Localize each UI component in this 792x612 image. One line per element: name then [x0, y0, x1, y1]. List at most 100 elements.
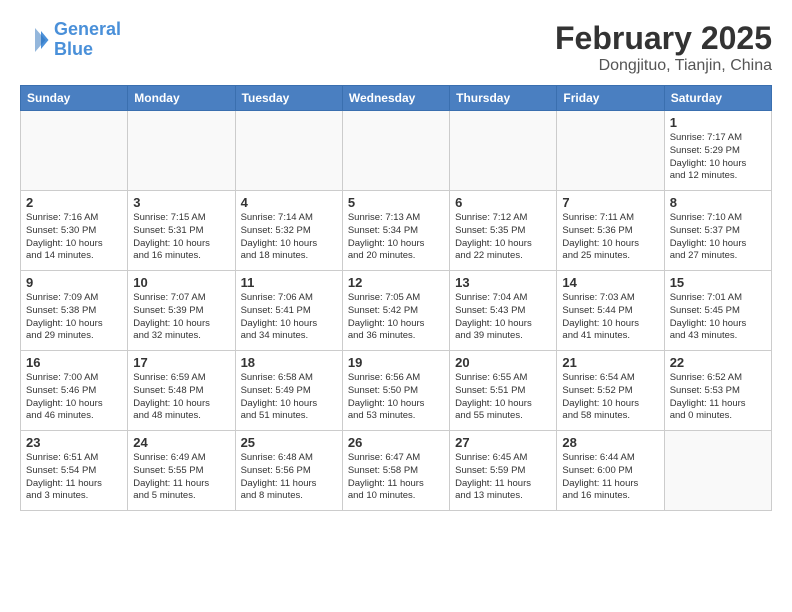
calendar-cell: 28 Sunrise: 6:44 AM Sunset: 6:00 PM Dayli… — [557, 431, 664, 511]
day-info: Sunrise: 7:12 AM Sunset: 5:35 PM Dayligh… — [455, 212, 551, 263]
day-info: Sunrise: 7:00 AM Sunset: 5:46 PM Dayligh… — [26, 372, 122, 423]
day-number: 19 — [348, 355, 444, 370]
title-block: February 2025 Dongjituo, Tianjin, China — [555, 20, 772, 75]
day-info: Sunrise: 6:45 AM Sunset: 5:59 PM Dayligh… — [455, 452, 551, 503]
day-number: 5 — [348, 195, 444, 210]
calendar-week-2: 2 Sunrise: 7:16 AM Sunset: 5:30 PM Daylig… — [21, 191, 772, 271]
col-tuesday: Tuesday — [235, 86, 342, 111]
calendar-cell: 10Sunrise: 7:07 AM Sunset: 5:39 PM Dayli… — [128, 271, 235, 351]
day-info: Sunrise: 7:03 AM Sunset: 5:44 PM Dayligh… — [562, 292, 658, 343]
day-number: 28 — [562, 435, 658, 450]
calendar-cell: 15Sunrise: 7:01 AM Sunset: 5:45 PM Dayli… — [664, 271, 771, 351]
calendar-cell: 27 Sunrise: 6:45 AM Sunset: 5:59 PM Dayli… — [450, 431, 557, 511]
calendar-cell — [128, 111, 235, 191]
day-number: 22 — [670, 355, 766, 370]
calendar-cell: 7 Sunrise: 7:11 AM Sunset: 5:36 PM Daylig… — [557, 191, 664, 271]
day-number: 9 — [26, 275, 122, 290]
calendar-cell: 18 Sunrise: 6:58 AM Sunset: 5:49 PM Dayli… — [235, 351, 342, 431]
calendar-cell: 6Sunrise: 7:12 AM Sunset: 5:35 PM Daylig… — [450, 191, 557, 271]
location: Dongjituo, Tianjin, China — [555, 57, 772, 75]
day-info: Sunrise: 7:17 AM Sunset: 5:29 PM Dayligh… — [670, 132, 766, 183]
day-info: Sunrise: 7:11 AM Sunset: 5:36 PM Dayligh… — [562, 212, 658, 263]
calendar-header-row: Sunday Monday Tuesday Wednesday Thursday… — [21, 86, 772, 111]
day-number: 7 — [562, 195, 658, 210]
day-number: 2 — [26, 195, 122, 210]
day-info: Sunrise: 7:16 AM Sunset: 5:30 PM Dayligh… — [26, 212, 122, 263]
day-info: Sunrise: 6:59 AM Sunset: 5:48 PM Dayligh… — [133, 372, 229, 423]
col-sunday: Sunday — [21, 86, 128, 111]
day-number: 23 — [26, 435, 122, 450]
day-number: 1 — [670, 115, 766, 130]
day-info: Sunrise: 7:09 AM Sunset: 5:38 PM Dayligh… — [26, 292, 122, 343]
calendar-cell: 13 Sunrise: 7:04 AM Sunset: 5:43 PM Dayli… — [450, 271, 557, 351]
calendar-cell: 23 Sunrise: 6:51 AM Sunset: 5:54 PM Dayli… — [21, 431, 128, 511]
calendar-cell: 9 Sunrise: 7:09 AM Sunset: 5:38 PM Daylig… — [21, 271, 128, 351]
day-info: Sunrise: 6:51 AM Sunset: 5:54 PM Dayligh… — [26, 452, 122, 503]
calendar-cell: 22 Sunrise: 6:52 AM Sunset: 5:53 PM Dayli… — [664, 351, 771, 431]
page-container: General Blue February 2025 Dongjituo, Ti… — [0, 0, 792, 521]
day-number: 13 — [455, 275, 551, 290]
month-year: February 2025 — [555, 20, 772, 57]
calendar-cell: 4Sunrise: 7:14 AM Sunset: 5:32 PM Daylig… — [235, 191, 342, 271]
day-info: Sunrise: 7:04 AM Sunset: 5:43 PM Dayligh… — [455, 292, 551, 343]
logo-icon — [20, 25, 50, 55]
calendar-cell: 14 Sunrise: 7:03 AM Sunset: 5:44 PM Dayli… — [557, 271, 664, 351]
calendar-week-4: 16 Sunrise: 7:00 AM Sunset: 5:46 PM Dayli… — [21, 351, 772, 431]
day-info: Sunrise: 6:44 AM Sunset: 6:00 PM Dayligh… — [562, 452, 658, 503]
col-saturday: Saturday — [664, 86, 771, 111]
day-number: 10 — [133, 275, 229, 290]
day-number: 17 — [133, 355, 229, 370]
calendar-cell: 1 Sunrise: 7:17 AM Sunset: 5:29 PM Daylig… — [664, 111, 771, 191]
day-number: 11 — [241, 275, 337, 290]
day-info: Sunrise: 6:54 AM Sunset: 5:52 PM Dayligh… — [562, 372, 658, 423]
day-number: 26 — [348, 435, 444, 450]
logo-line2: Blue — [54, 39, 93, 59]
calendar-cell — [21, 111, 128, 191]
calendar-cell: 26 Sunrise: 6:47 AM Sunset: 5:58 PM Dayli… — [342, 431, 449, 511]
day-info: Sunrise: 6:58 AM Sunset: 5:49 PM Dayligh… — [241, 372, 337, 423]
calendar-cell — [557, 111, 664, 191]
calendar-cell: 8Sunrise: 7:10 AM Sunset: 5:37 PM Daylig… — [664, 191, 771, 271]
calendar-cell — [664, 431, 771, 511]
calendar-cell: 11 Sunrise: 7:06 AM Sunset: 5:41 PM Dayli… — [235, 271, 342, 351]
calendar-cell: 20 Sunrise: 6:55 AM Sunset: 5:51 PM Dayli… — [450, 351, 557, 431]
calendar-cell: 12 Sunrise: 7:05 AM Sunset: 5:42 PM Dayli… — [342, 271, 449, 351]
day-info: Sunrise: 7:06 AM Sunset: 5:41 PM Dayligh… — [241, 292, 337, 343]
calendar-cell: 24Sunrise: 6:49 AM Sunset: 5:55 PM Dayli… — [128, 431, 235, 511]
day-number: 18 — [241, 355, 337, 370]
day-info: Sunrise: 7:10 AM Sunset: 5:37 PM Dayligh… — [670, 212, 766, 263]
logo-line1: General — [54, 19, 121, 39]
day-number: 4 — [241, 195, 337, 210]
day-number: 12 — [348, 275, 444, 290]
calendar-cell — [342, 111, 449, 191]
calendar-week-3: 9 Sunrise: 7:09 AM Sunset: 5:38 PM Daylig… — [21, 271, 772, 351]
day-info: Sunrise: 7:01 AM Sunset: 5:45 PM Dayligh… — [670, 292, 766, 343]
logo-text: General Blue — [54, 20, 121, 60]
calendar-cell: 21Sunrise: 6:54 AM Sunset: 5:52 PM Dayli… — [557, 351, 664, 431]
day-number: 24 — [133, 435, 229, 450]
day-info: Sunrise: 6:52 AM Sunset: 5:53 PM Dayligh… — [670, 372, 766, 423]
day-info: Sunrise: 6:47 AM Sunset: 5:58 PM Dayligh… — [348, 452, 444, 503]
calendar-cell — [235, 111, 342, 191]
col-monday: Monday — [128, 86, 235, 111]
calendar-cell: 25 Sunrise: 6:48 AM Sunset: 5:56 PM Dayli… — [235, 431, 342, 511]
calendar-week-5: 23 Sunrise: 6:51 AM Sunset: 5:54 PM Dayli… — [21, 431, 772, 511]
day-number: 27 — [455, 435, 551, 450]
day-number: 16 — [26, 355, 122, 370]
calendar-cell: 16 Sunrise: 7:00 AM Sunset: 5:46 PM Dayli… — [21, 351, 128, 431]
day-number: 14 — [562, 275, 658, 290]
day-number: 25 — [241, 435, 337, 450]
col-wednesday: Wednesday — [342, 86, 449, 111]
day-number: 20 — [455, 355, 551, 370]
day-info: Sunrise: 6:55 AM Sunset: 5:51 PM Dayligh… — [455, 372, 551, 423]
day-info: Sunrise: 6:48 AM Sunset: 5:56 PM Dayligh… — [241, 452, 337, 503]
day-number: 3 — [133, 195, 229, 210]
calendar-cell — [450, 111, 557, 191]
logo: General Blue — [20, 20, 121, 60]
calendar-cell: 17 Sunrise: 6:59 AM Sunset: 5:48 PM Dayli… — [128, 351, 235, 431]
day-info: Sunrise: 7:13 AM Sunset: 5:34 PM Dayligh… — [348, 212, 444, 263]
day-info: Sunrise: 7:05 AM Sunset: 5:42 PM Dayligh… — [348, 292, 444, 343]
day-info: Sunrise: 7:15 AM Sunset: 5:31 PM Dayligh… — [133, 212, 229, 263]
calendar: Sunday Monday Tuesday Wednesday Thursday… — [20, 85, 772, 511]
calendar-cell: 19Sunrise: 6:56 AM Sunset: 5:50 PM Dayli… — [342, 351, 449, 431]
